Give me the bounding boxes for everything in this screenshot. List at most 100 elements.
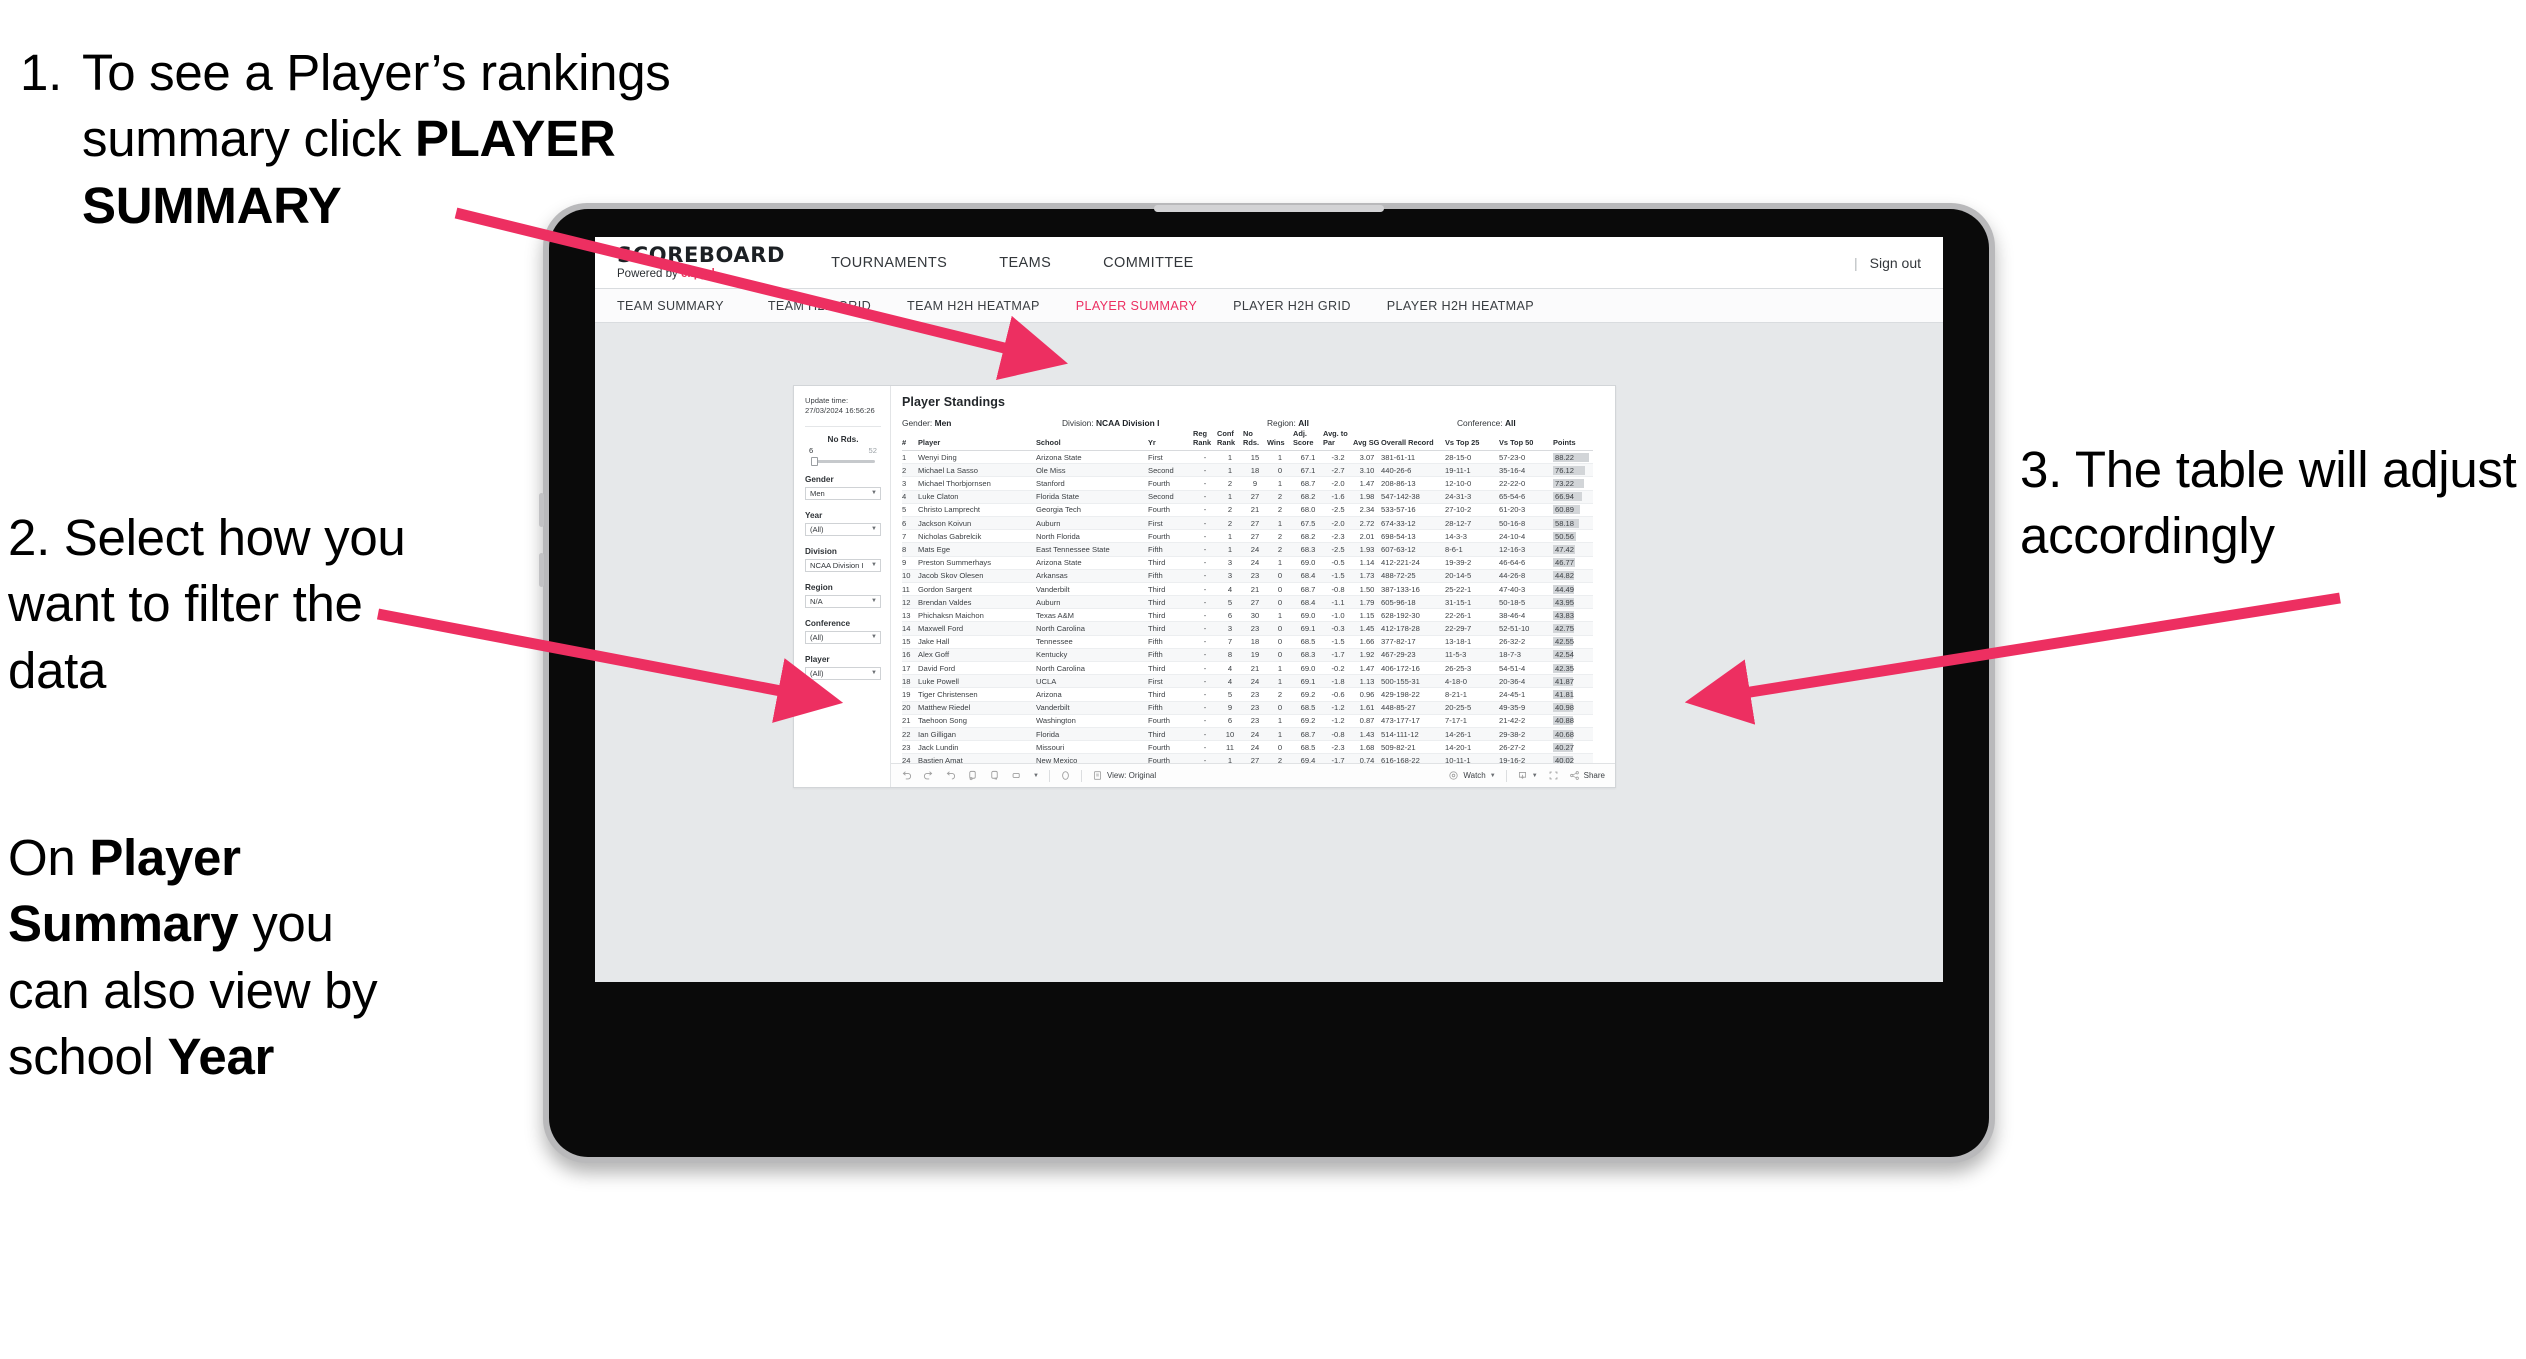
table-row[interactable]: 7 Nicholas Gabrelcik North Florida Fourth -1…	[902, 529, 1593, 544]
top-nav-tournaments[interactable]: TOURNAMENTS	[805, 237, 973, 288]
col-header-player[interactable]: Player	[918, 428, 1036, 452]
cell-t50: 24-45-1	[1499, 687, 1553, 702]
cell-sg: 1.47	[1353, 476, 1381, 491]
filter-player-select[interactable]: (All) ▼	[805, 666, 881, 680]
cell-conf: 2	[1217, 476, 1243, 491]
subnav-team-summary[interactable]: TEAM SUMMARY	[617, 299, 750, 313]
col-header-adj-score[interactable]: Adj. Score	[1293, 428, 1323, 452]
subnav-player-h2h-heatmap[interactable]: PLAYER H2H HEATMAP	[1369, 299, 1552, 313]
cell-t50: 20-36-4	[1499, 674, 1553, 689]
col-header-points[interactable]: Points	[1553, 428, 1593, 452]
undo-icon[interactable]	[901, 770, 912, 781]
subnav-player-h2h-grid[interactable]: PLAYER H2H GRID	[1215, 299, 1369, 313]
custom-views-icon[interactable]	[1011, 770, 1022, 781]
revert-icon[interactable]	[945, 770, 956, 781]
table-row[interactable]: 8 Mats Ege East Tennessee State Fifth -1 24 2 6…	[902, 542, 1593, 557]
points-cell: 76.12	[1553, 465, 1593, 475]
cell-t50: 38-46-4	[1499, 608, 1553, 623]
fullscreen-button[interactable]	[1548, 770, 1559, 781]
filter-no-rounds-slider[interactable]	[811, 456, 875, 466]
download-button[interactable]: ▼	[1517, 770, 1538, 781]
top-nav-teams[interactable]: TEAMS	[973, 237, 1077, 288]
table-row[interactable]: 10 Jacob Skov Olesen Arkansas Fifth -3 23 0 68.…	[902, 569, 1593, 583]
table-row[interactable]: 20 Matthew Riedel Vanderbilt Fifth -9 23 0 68.5…	[902, 701, 1593, 715]
cell-nords: 15	[1243, 450, 1267, 465]
cell-yr: Third	[1148, 621, 1193, 636]
table-row[interactable]: 18 Luke Powell UCLA First -4 24 1 69.1 -1.8 1.13 5…	[902, 674, 1593, 689]
cell-reg: -	[1193, 595, 1217, 610]
watch-button[interactable]: Watch ▼	[1448, 770, 1496, 781]
cell-player: Taehoon Song	[918, 714, 1036, 728]
view-original-button[interactable]: View: Original	[1092, 770, 1156, 781]
subnav-team-h2h-grid[interactable]: TEAM H2H GRID	[750, 299, 889, 313]
table-row[interactable]: 11 Gordon Sargent Vanderbilt Third -4 21 0 68.7…	[902, 582, 1593, 597]
cell-player: Jacob Skov Olesen	[918, 569, 1036, 583]
cell-t50: 26-32-2	[1499, 635, 1553, 649]
subnav-player-summary[interactable]: PLAYER SUMMARY	[1058, 299, 1215, 313]
table-row[interactable]: 12 Brendan Valdes Auburn Third -5 27 0 68.4 -1.1…	[902, 595, 1593, 610]
col-header-rank[interactable]: #	[902, 428, 918, 452]
refresh-data-icon[interactable]	[967, 770, 978, 781]
points-value: 76.12	[1555, 465, 1575, 475]
filter-gender-value: Men	[810, 488, 825, 498]
filter-year-select[interactable]: (All) ▼	[805, 522, 881, 536]
col-header-vs-top-25[interactable]: Vs Top 25	[1445, 428, 1499, 452]
col-header-overall-record[interactable]: Overall Record	[1381, 428, 1445, 452]
filter-division-select[interactable]: NCAA Division I ▼	[805, 558, 881, 572]
table-row[interactable]: 1 Wenyi Ding Arizona State First -1 15 1 67.1 -3…	[902, 450, 1593, 465]
cell-num: 24	[902, 753, 918, 763]
brand-logo[interactable]: SCOREBOARD Powered by clippd	[595, 237, 805, 288]
table-row[interactable]: 19 Tiger Christensen Arizona Third -5 23 2 69.2…	[902, 687, 1593, 702]
table-row[interactable]: 15 Jake Hall Tennessee Fifth -7 18 0 68.5 -1.5 1.…	[902, 635, 1593, 649]
cell-sg: 1.43	[1353, 727, 1381, 742]
col-header-avg-to-par[interactable]: Avg. to Par	[1323, 428, 1353, 452]
table-row[interactable]: 22 Ian Gilligan Florida Third -10 24 1 68.7 -0.8…	[902, 727, 1593, 742]
cell-wins: 2	[1267, 490, 1293, 504]
cell-wins: 1	[1267, 516, 1293, 531]
chevron-down-icon[interactable]: ▼	[1033, 773, 1039, 779]
col-header-avg-sg[interactable]: Avg SG	[1353, 428, 1381, 452]
table-row[interactable]: 9 Preston Summerhays Arizona State Third -3 2…	[902, 556, 1593, 570]
table-row[interactable]: 23 Jack Lundin Missouri Fourth -11 24 0 68.5 -2.…	[902, 740, 1593, 755]
table-header-row: # Player School Yr Reg Rank Conf Rank No…	[902, 428, 1593, 452]
table-row[interactable]: 21 Taehoon Song Washington Fourth -6 23 1 69.2-…	[902, 714, 1593, 728]
top-nav-committee[interactable]: COMMITTEE	[1077, 237, 1220, 288]
table-row[interactable]: 5 Christo Lamprecht Georgia Tech Fourth -2 21…	[902, 503, 1593, 517]
table-row[interactable]: 2 Michael La Sasso Ole Miss Second -1 18 0 67.1…	[902, 463, 1593, 478]
table-row[interactable]: 17 David Ford North Carolina Third -4 21 1 69.0…	[902, 661, 1593, 676]
chevron-down-icon: ▼	[1489, 772, 1496, 779]
sign-out-link[interactable]: Sign out	[1870, 255, 1921, 271]
cell-wins: 0	[1267, 635, 1293, 649]
filter-gender-select[interactable]: Men ▼	[805, 486, 881, 500]
filter-division-value: NCAA Division I	[810, 560, 864, 570]
col-header-yr[interactable]: Yr	[1148, 428, 1193, 452]
table-row[interactable]: 13 Phichaksn Maichon Texas A&M Third -6 30 1 69…	[902, 608, 1593, 623]
table-row[interactable]: 16 Alex Goff Kentucky Fifth -8 19 0 68.3 -1.7 1.9…	[902, 648, 1593, 663]
col-header-wins[interactable]: Wins	[1267, 428, 1293, 452]
filter-region-select[interactable]: N/A ▼	[805, 594, 881, 608]
table-row[interactable]: 24 Bastien Amat New Mexico Fourth -1 27 2 69.4-…	[902, 753, 1593, 763]
table-row[interactable]: 6 Jackson Koivun Auburn First -2 27 1 67.5 -2.0 2…	[902, 516, 1593, 531]
col-header-conf-rank[interactable]: Conf Rank	[1217, 428, 1243, 452]
redo-icon[interactable]	[923, 770, 934, 781]
col-header-no-rds[interactable]: No Rds.	[1243, 428, 1267, 452]
table-row[interactable]: 3 Michael Thorbjornsen Stanford Fourth -2 9 1 6…	[902, 476, 1593, 491]
subnav-team-h2h-heatmap[interactable]: TEAM H2H HEATMAP	[889, 299, 1058, 313]
filter-player: Player (All) ▼	[805, 655, 881, 680]
col-header-reg-rank[interactable]: Reg Rank	[1193, 428, 1217, 452]
col-header-school[interactable]: School	[1036, 428, 1148, 452]
pause-auto-update-icon[interactable]	[1060, 770, 1071, 781]
cell-adj: 68.2	[1293, 529, 1323, 544]
points-value: 40.98	[1555, 703, 1575, 713]
slider-handle[interactable]	[811, 456, 818, 466]
table-row[interactable]: 14 Maxwell Ford North Carolina Third -3 23 0 69…	[902, 621, 1593, 636]
share-button[interactable]: Share	[1569, 770, 1605, 781]
filter-conference-select[interactable]: (All) ▼	[805, 630, 881, 644]
standings-table-scroll[interactable]: # Player School Yr Reg Rank Conf Rank No…	[891, 428, 1615, 763]
pause-updates-icon[interactable]	[989, 770, 1000, 781]
table-row[interactable]: 4 Luke Claton Florida State Second -1 27 2 68.2…	[902, 490, 1593, 504]
cell-conf: 3	[1217, 569, 1243, 583]
filter-conference: Conference (All) ▼	[805, 619, 881, 644]
col-header-vs-top-50[interactable]: Vs Top 50	[1499, 428, 1553, 452]
points-cell: 40.02	[1553, 755, 1593, 763]
